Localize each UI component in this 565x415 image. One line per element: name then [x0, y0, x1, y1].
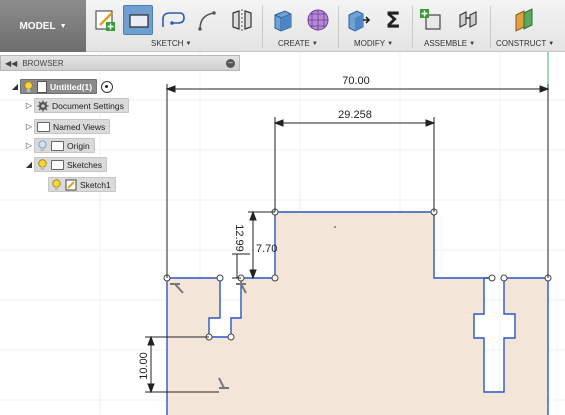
new-component-button[interactable] — [417, 5, 447, 35]
document-icon — [37, 80, 47, 93]
folder-icon — [51, 140, 64, 151]
collapsed-triangle-icon[interactable]: ▷ — [24, 122, 34, 131]
rectangle-button[interactable] — [123, 5, 153, 35]
chevron-down-icon: ▼ — [387, 40, 394, 47]
minimize-icon[interactable]: – — [226, 59, 235, 68]
line-button[interactable] — [158, 5, 188, 35]
collapsed-triangle-icon[interactable]: ▷ — [24, 141, 34, 150]
form-button[interactable] — [303, 5, 333, 35]
construct-group-label[interactable]: CONSTRUCT ▼ — [496, 39, 554, 48]
chevron-down-icon: ▼ — [59, 22, 67, 30]
create-group-label[interactable]: CREATE ▼ — [278, 39, 318, 48]
chevron-down-icon: ▼ — [469, 40, 476, 47]
folder-icon — [37, 121, 50, 132]
origin-marker — [334, 226, 336, 228]
svg-text:Σ: Σ — [385, 9, 400, 34]
chevron-down-icon: ▼ — [548, 40, 555, 47]
workspace-switcher[interactable]: MODEL ▼ — [0, 0, 86, 52]
dimension-slot-depth-value[interactable]: 10.00 — [138, 352, 150, 380]
press-pull-icon — [348, 10, 371, 32]
browser-item-origin[interactable]: ▷ Origin — [24, 138, 95, 153]
root-label: Untitled(1) — [50, 81, 93, 92]
mirror-button[interactable] — [227, 5, 257, 35]
gear-icon — [37, 100, 49, 111]
form-icon — [307, 9, 329, 31]
browser-item-sketch1[interactable]: Sketch1 — [48, 177, 116, 192]
lightbulb-icon[interactable] — [51, 178, 62, 191]
browser-item-document-settings[interactable]: ▷ Document Settings — [24, 98, 129, 113]
browser-item-label: Origin — [67, 140, 90, 151]
collapse-left-icon[interactable]: ◀◀ — [5, 59, 17, 68]
offset-plane-button[interactable] — [510, 5, 540, 35]
lightbulb-icon[interactable] — [23, 80, 34, 93]
joint-icon — [459, 11, 477, 28]
sketch-profile[interactable] — [167, 212, 548, 415]
arc-button[interactable] — [192, 5, 222, 35]
assemble-group-label[interactable]: ASSEMBLE ▼ — [424, 39, 475, 48]
browser-item-label: Sketches — [67, 159, 102, 170]
dimension-top-width-value[interactable]: 29.258 — [338, 109, 372, 121]
dimension-small-height[interactable] — [232, 253, 250, 279]
dimension-total-width-value[interactable]: 70.00 — [342, 75, 370, 87]
sigma-icon: Σ — [385, 9, 400, 34]
sketch-icon — [65, 179, 77, 190]
rectangle-icon — [129, 14, 149, 28]
browser-title: BROWSER — [22, 58, 64, 68]
toolbar-divider — [338, 6, 339, 48]
browser-item-sketches[interactable]: ◢ Sketches — [24, 157, 107, 172]
lightbulb-off-icon[interactable] — [37, 140, 48, 152]
extrude-button[interactable] — [267, 5, 297, 35]
create-sketch-button[interactable] — [90, 5, 120, 35]
expanded-triangle-icon[interactable]: ◢ — [24, 160, 34, 169]
chevron-down-icon: ▼ — [311, 40, 318, 47]
browser-item-label: Document Settings — [52, 100, 124, 111]
line-icon — [162, 12, 185, 27]
toolbar-divider — [490, 6, 491, 48]
modify-group-label[interactable]: MODIFY ▼ — [354, 39, 393, 48]
dimension-top-width[interactable] — [273, 117, 436, 212]
sigma-button[interactable]: Σ — [378, 5, 408, 35]
create-sketch-icon — [95, 10, 115, 31]
extrude-icon — [274, 10, 292, 32]
browser-header[interactable]: ◀◀ BROWSER – — [0, 55, 240, 71]
dimension-small-height-value[interactable]: 12.99 — [233, 224, 245, 252]
dimension-step-height-value[interactable]: 7.70 — [256, 243, 277, 255]
toolbar-divider — [262, 6, 263, 48]
toolbar: MODEL ▼ SKETCH ▼ CREATE ▼ Σ MODIFY ▼ ASS… — [0, 0, 565, 52]
workspace-label: MODEL — [19, 20, 56, 32]
sketch-group-label[interactable]: SKETCH ▼ — [151, 39, 191, 48]
joint-button[interactable] — [453, 5, 483, 35]
lightbulb-icon[interactable] — [37, 158, 48, 171]
browser-item-label: Named Views — [53, 121, 106, 132]
arc-icon — [198, 11, 216, 31]
mirror-icon — [232, 9, 252, 31]
toolbar-divider — [412, 6, 413, 48]
browser-item-named-views[interactable]: ▷ Named Views — [24, 119, 111, 134]
collapsed-triangle-icon[interactable]: ▷ — [24, 101, 34, 110]
chevron-down-icon: ▼ — [185, 40, 192, 47]
browser-item-label: Sketch1 — [80, 179, 111, 190]
folder-icon — [51, 159, 64, 170]
activate-radio-icon[interactable] — [101, 80, 114, 93]
expanded-triangle-icon[interactable]: ◢ — [10, 82, 20, 91]
new-component-icon — [420, 9, 441, 30]
browser-root-node[interactable]: ◢ Untitled(1) — [10, 79, 114, 94]
press-pull-button[interactable] — [343, 5, 373, 35]
plane-icon — [515, 8, 533, 32]
